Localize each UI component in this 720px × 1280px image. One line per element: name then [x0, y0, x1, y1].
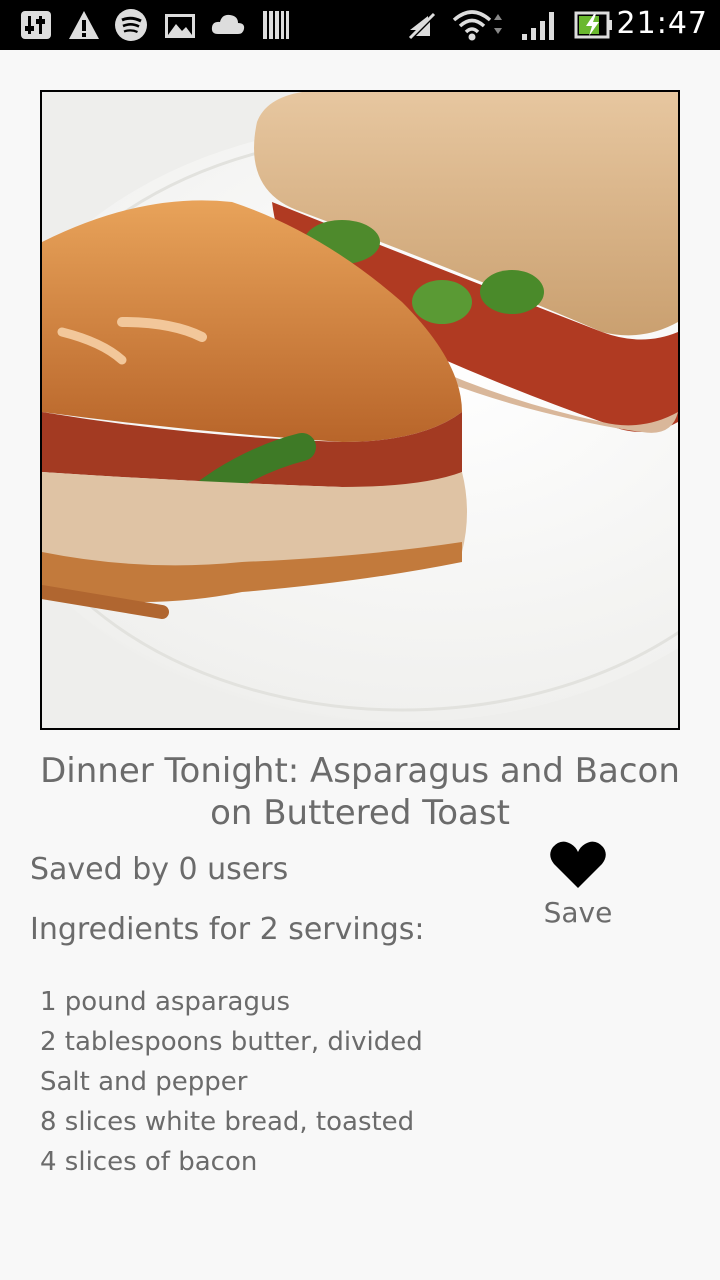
list-item: 4 slices of bacon — [40, 1147, 258, 1177]
cloud-icon — [211, 14, 245, 34]
list-item: 8 slices white bread, toasted — [40, 1107, 415, 1137]
spotify-icon — [115, 9, 147, 41]
list-item: 2 tablespoons butter, divided — [40, 1027, 423, 1057]
warning-icon — [69, 11, 99, 39]
heart-icon — [550, 841, 606, 888]
settings-icon — [21, 11, 51, 39]
list-item: 1 pound asparagus — [40, 987, 291, 1017]
ingredient-list: 1 pound asparagus 2 tablespoons butter, … — [40, 982, 423, 1182]
list-item: Salt and pepper — [40, 1067, 248, 1097]
status-bar: 21:47 — [0, 0, 720, 50]
clock: 21:47 — [616, 6, 708, 41]
save-button[interactable]: Save — [530, 840, 626, 929]
image-icon — [165, 14, 195, 38]
mute-icon — [408, 12, 436, 40]
ingredients-heading: Ingredients for 2 servings: — [30, 912, 425, 947]
recipe-photo — [40, 90, 680, 730]
saved-by-count: Saved by 0 users — [30, 852, 289, 887]
battery-charging-icon — [574, 11, 612, 39]
food-photo — [42, 92, 678, 728]
save-label: Save — [543, 896, 613, 929]
recipe-title: Dinner Tonight: Asparagus and Bacon on B… — [40, 751, 680, 833]
signal-icon — [522, 12, 554, 40]
barcode-icon — [263, 11, 289, 39]
wifi-icon — [452, 10, 502, 41]
